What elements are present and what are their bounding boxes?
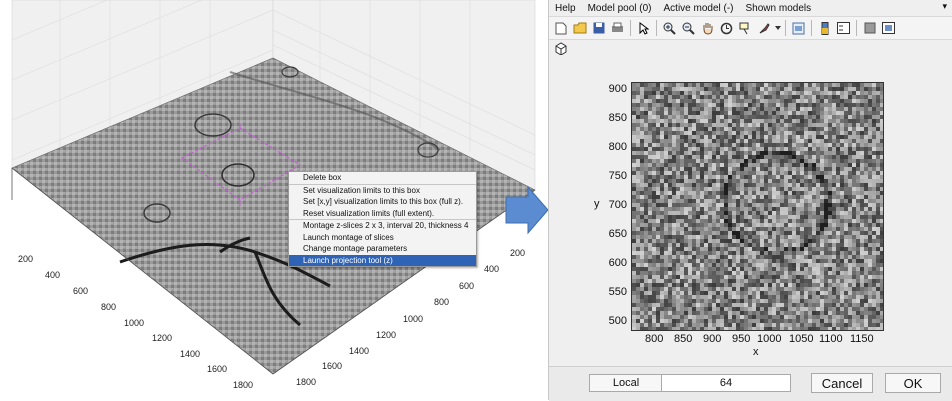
y-tick: 1800 bbox=[296, 377, 316, 387]
x-tick: 800 bbox=[645, 333, 664, 345]
menu-item-set-xy-limits[interactable]: Set [x,y] visualization limits to this b… bbox=[289, 196, 476, 208]
x-tick: 1400 bbox=[180, 349, 200, 359]
menu-bar: Help Model pool (0) Active model (-) Sho… bbox=[549, 0, 952, 16]
x-tick: 1150 bbox=[850, 333, 874, 345]
tomogram-3d-view[interactable]: 200 400 600 800 1000 1200 1400 1600 1800… bbox=[0, 0, 548, 400]
local-toggle-button[interactable]: Local bbox=[589, 374, 663, 392]
cube-icon[interactable] bbox=[554, 41, 568, 55]
y-tick: 650 bbox=[608, 228, 627, 240]
x-tick: 1200 bbox=[152, 333, 172, 343]
legend-icon[interactable] bbox=[837, 21, 851, 35]
y-tick: 550 bbox=[608, 286, 627, 298]
y-tick: 900 bbox=[608, 83, 627, 95]
hide-plot-tools-icon[interactable] bbox=[863, 21, 877, 35]
x-tick: 850 bbox=[674, 333, 693, 345]
y-tick: 750 bbox=[608, 170, 627, 182]
y-tick: 1000 bbox=[403, 314, 423, 324]
projection-tool-window: Help Model pool (0) Active model (-) Sho… bbox=[548, 0, 952, 401]
save-icon[interactable] bbox=[592, 21, 606, 35]
cancel-button[interactable]: Cancel bbox=[811, 373, 873, 393]
x-tick: 800 bbox=[101, 302, 116, 312]
projection-image[interactable] bbox=[631, 82, 884, 331]
zoom-out-icon[interactable] bbox=[682, 21, 696, 35]
x-tick: 1000 bbox=[124, 318, 144, 328]
y-tick: 600 bbox=[459, 281, 474, 291]
pan-hand-icon[interactable] bbox=[701, 21, 715, 35]
y-axis-label: y bbox=[594, 198, 600, 210]
menu-active-model[interactable]: Active model (-) bbox=[664, 3, 734, 14]
y-tick: 1600 bbox=[322, 361, 342, 371]
x-tick: 200 bbox=[18, 254, 33, 264]
y-tick: 1200 bbox=[376, 330, 396, 340]
brush-icon[interactable] bbox=[758, 21, 772, 35]
right-arrow-icon bbox=[505, 185, 549, 235]
y-tick: 400 bbox=[484, 264, 499, 274]
noise-image bbox=[632, 83, 883, 330]
new-file-icon[interactable] bbox=[554, 21, 568, 35]
thickness-value-field[interactable]: 64 bbox=[661, 374, 791, 392]
menu-item-launch-projection-tool[interactable]: Launch projection tool (z) bbox=[289, 254, 476, 266]
context-menu: Delete box Set visualization limits to t… bbox=[288, 171, 477, 267]
y-tick: 800 bbox=[434, 297, 449, 307]
pointer-icon[interactable] bbox=[637, 21, 651, 35]
bottom-controls: Local 64 Cancel OK bbox=[549, 366, 952, 401]
x-tick: 1050 bbox=[789, 333, 814, 345]
y-tick: 1400 bbox=[349, 346, 369, 356]
x-tick: 950 bbox=[732, 333, 751, 345]
menu-item-change-montage-params[interactable]: Change montage parameters bbox=[289, 243, 476, 255]
toolbar bbox=[549, 16, 952, 40]
x-tick: 1000 bbox=[757, 333, 782, 345]
menu-item-set-visualization-limits[interactable]: Set visualization limits to this box bbox=[289, 183, 476, 197]
y-tick: 700 bbox=[608, 199, 627, 211]
data-cursor-icon[interactable] bbox=[739, 21, 753, 35]
menu-item-montage-z-slices[interactable]: Montage z-slices 2 x 3, interval 20, thi… bbox=[289, 219, 476, 232]
x-tick: 600 bbox=[73, 286, 88, 296]
x-tick: 1800 bbox=[233, 380, 253, 390]
menu-item-delete-box[interactable]: Delete box bbox=[289, 172, 476, 184]
menu-item-reset-limits[interactable]: Reset visualization limits (full extent)… bbox=[289, 208, 476, 220]
show-plot-tools-icon[interactable] bbox=[882, 21, 896, 35]
x-tick: 1600 bbox=[207, 364, 227, 374]
open-folder-icon[interactable] bbox=[573, 21, 587, 35]
print-icon[interactable] bbox=[611, 21, 625, 35]
colorbar-icon[interactable] bbox=[818, 21, 832, 35]
x-tick: 1100 bbox=[819, 333, 843, 345]
menubar-chevron-icon[interactable]: ▾ bbox=[942, 1, 947, 12]
dropdown-arrow-icon[interactable] bbox=[775, 21, 781, 35]
link-plot-icon[interactable] bbox=[792, 21, 806, 35]
y-tick: 200 bbox=[510, 248, 525, 258]
x-tick: 400 bbox=[45, 270, 60, 280]
menu-shown-models[interactable]: Shown models bbox=[746, 3, 812, 14]
y-tick: 600 bbox=[608, 257, 627, 269]
y-tick: 500 bbox=[608, 315, 627, 327]
y-tick: 800 bbox=[608, 141, 627, 153]
menu-model-pool[interactable]: Model pool (0) bbox=[588, 3, 652, 14]
y-tick: 850 bbox=[608, 112, 627, 124]
menu-help[interactable]: Help bbox=[555, 3, 576, 14]
ok-button[interactable]: OK bbox=[885, 373, 941, 393]
rotate-3d-icon[interactable] bbox=[720, 21, 734, 35]
x-tick: 900 bbox=[703, 333, 722, 345]
zoom-in-icon[interactable] bbox=[663, 21, 677, 35]
secondary-toolbar bbox=[549, 40, 952, 56]
x-axis-label: x bbox=[753, 346, 759, 358]
menu-item-launch-montage[interactable]: Launch montage of slices bbox=[289, 232, 476, 244]
